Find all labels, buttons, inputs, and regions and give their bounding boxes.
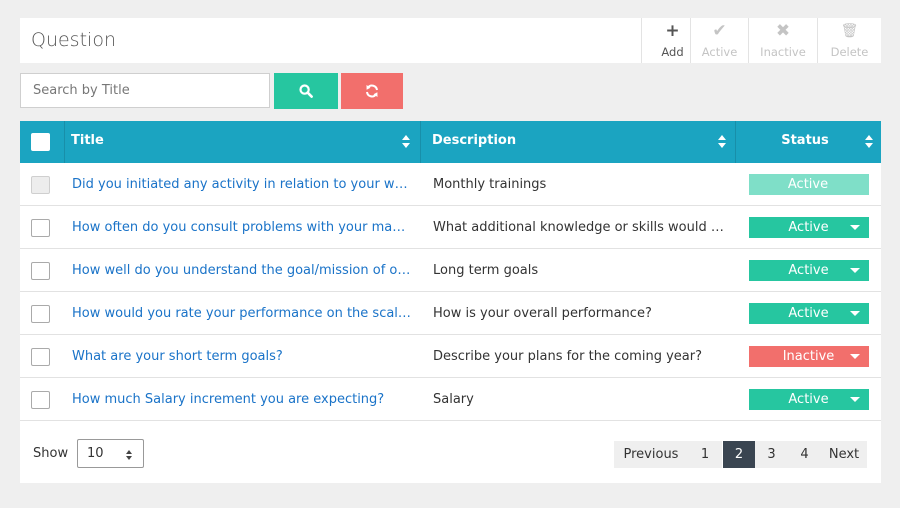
question-title-link[interactable]: Did you initiated any activity in relati…	[72, 177, 412, 192]
question-title-link[interactable]: How well do you understand the goal/miss…	[72, 263, 412, 278]
chevron-down-icon	[850, 311, 860, 316]
column-divider	[420, 121, 421, 163]
column-divider	[64, 121, 65, 163]
page-1-label: 1	[700, 447, 710, 462]
activate-label: Active	[701, 45, 738, 59]
refresh-button[interactable]	[341, 73, 403, 109]
row-checkbox[interactable]	[31, 348, 50, 366]
sort-status-icon[interactable]	[865, 135, 873, 149]
chevron-down-icon	[850, 225, 860, 230]
question-description: Monthly trainings	[433, 177, 547, 192]
question-description: What additional knowledge or skills woul…	[433, 220, 736, 235]
pagination-previous[interactable]: Previous	[614, 441, 688, 468]
status-dropdown: Active	[749, 174, 869, 195]
pagination-page-1[interactable]: 1	[688, 441, 722, 468]
refresh-icon	[366, 84, 378, 98]
status-dropdown[interactable]: Active	[749, 389, 869, 410]
column-header-description[interactable]: Description	[432, 121, 722, 163]
question-table-panel: Title Description Status Did you initiat…	[20, 121, 881, 483]
page-3-label: 3	[767, 447, 776, 462]
row-checkbox[interactable]	[31, 262, 50, 280]
deactivate-label: Inactive	[760, 45, 806, 59]
column-title-label: Title	[71, 133, 104, 148]
page-header: Question + Add ✔ Active ✖ Inactive 🗑 Del…	[20, 18, 881, 63]
table-row[interactable]: Did you initiated any activity in relati…	[20, 163, 881, 206]
previous-label: Previous	[623, 447, 679, 462]
chevron-down-icon	[850, 354, 860, 359]
page-size-value: 10	[87, 446, 104, 461]
select-arrow-down-icon	[126, 456, 132, 460]
question-description: Long term goals	[433, 263, 539, 278]
show-label: Show	[33, 446, 69, 461]
row-checkbox[interactable]	[31, 305, 50, 323]
delete-button[interactable]: 🗑 Delete	[817, 18, 881, 63]
page-size-select[interactable]: 10	[77, 439, 144, 468]
select-arrow-up-icon	[126, 450, 132, 454]
pagination-page-4[interactable]: 4	[788, 441, 821, 468]
column-status-label: Status	[781, 133, 829, 148]
question-title-link[interactable]: How much Salary increment you are expect…	[72, 392, 412, 407]
sort-description-icon[interactable]	[718, 135, 726, 149]
question-description: How is your overall performance?	[433, 306, 652, 321]
trash-icon: 🗑	[840, 23, 859, 39]
search-icon	[299, 84, 313, 98]
status-dropdown[interactable]: Active	[749, 217, 869, 238]
table-row[interactable]: How much Salary increment you are expect…	[20, 378, 881, 421]
search-button[interactable]	[274, 73, 338, 109]
status-dropdown[interactable]: Inactive	[749, 346, 869, 367]
row-checkbox[interactable]	[31, 219, 50, 237]
pagination-page-2[interactable]: 2	[723, 441, 755, 468]
question-title-link[interactable]: What are your short term goals?	[72, 349, 412, 364]
question-description: Salary	[433, 392, 474, 407]
chevron-down-icon	[850, 268, 860, 273]
table-header: Title Description Status	[20, 121, 881, 163]
search-input[interactable]	[20, 73, 270, 108]
page-2-label: 2	[734, 447, 744, 462]
table-row[interactable]: How would you rate your performance on t…	[20, 292, 881, 335]
row-checkbox[interactable]	[31, 391, 50, 409]
status-dropdown[interactable]: Active	[749, 303, 869, 324]
column-header-title[interactable]: Title	[71, 121, 411, 163]
sort-title-icon[interactable]	[402, 135, 410, 149]
deactivate-button[interactable]: ✖ Inactive	[748, 18, 817, 63]
close-icon: ✖	[775, 21, 791, 41]
delete-label: Delete	[830, 45, 869, 59]
question-title-link[interactable]: How often do you consult problems with y…	[72, 220, 412, 235]
select-all-checkbox[interactable]	[31, 133, 50, 151]
pagination-page-3[interactable]: 3	[755, 441, 788, 468]
column-description-label: Description	[432, 133, 517, 148]
status-dropdown[interactable]: Active	[749, 260, 869, 281]
question-description: Describe your plans for the coming year?	[433, 349, 702, 364]
column-header-status[interactable]: Status	[736, 121, 874, 163]
table-row[interactable]: How often do you consult problems with y…	[20, 206, 881, 249]
pagination-next[interactable]: Next	[821, 441, 867, 468]
table-row[interactable]: How well do you understand the goal/miss…	[20, 249, 881, 292]
status-label: Active	[787, 177, 829, 192]
page-4-label: 4	[800, 447, 809, 462]
chevron-down-icon	[850, 397, 860, 402]
activate-button[interactable]: ✔ Active	[690, 18, 748, 63]
question-title-link[interactable]: How would you rate your performance on t…	[72, 306, 412, 321]
check-icon: ✔	[712, 21, 727, 41]
page-title: Question	[31, 29, 116, 51]
next-label: Next	[828, 447, 860, 462]
row-checkbox	[31, 176, 50, 194]
table-row[interactable]: What are your short term goals? Describe …	[20, 335, 881, 378]
